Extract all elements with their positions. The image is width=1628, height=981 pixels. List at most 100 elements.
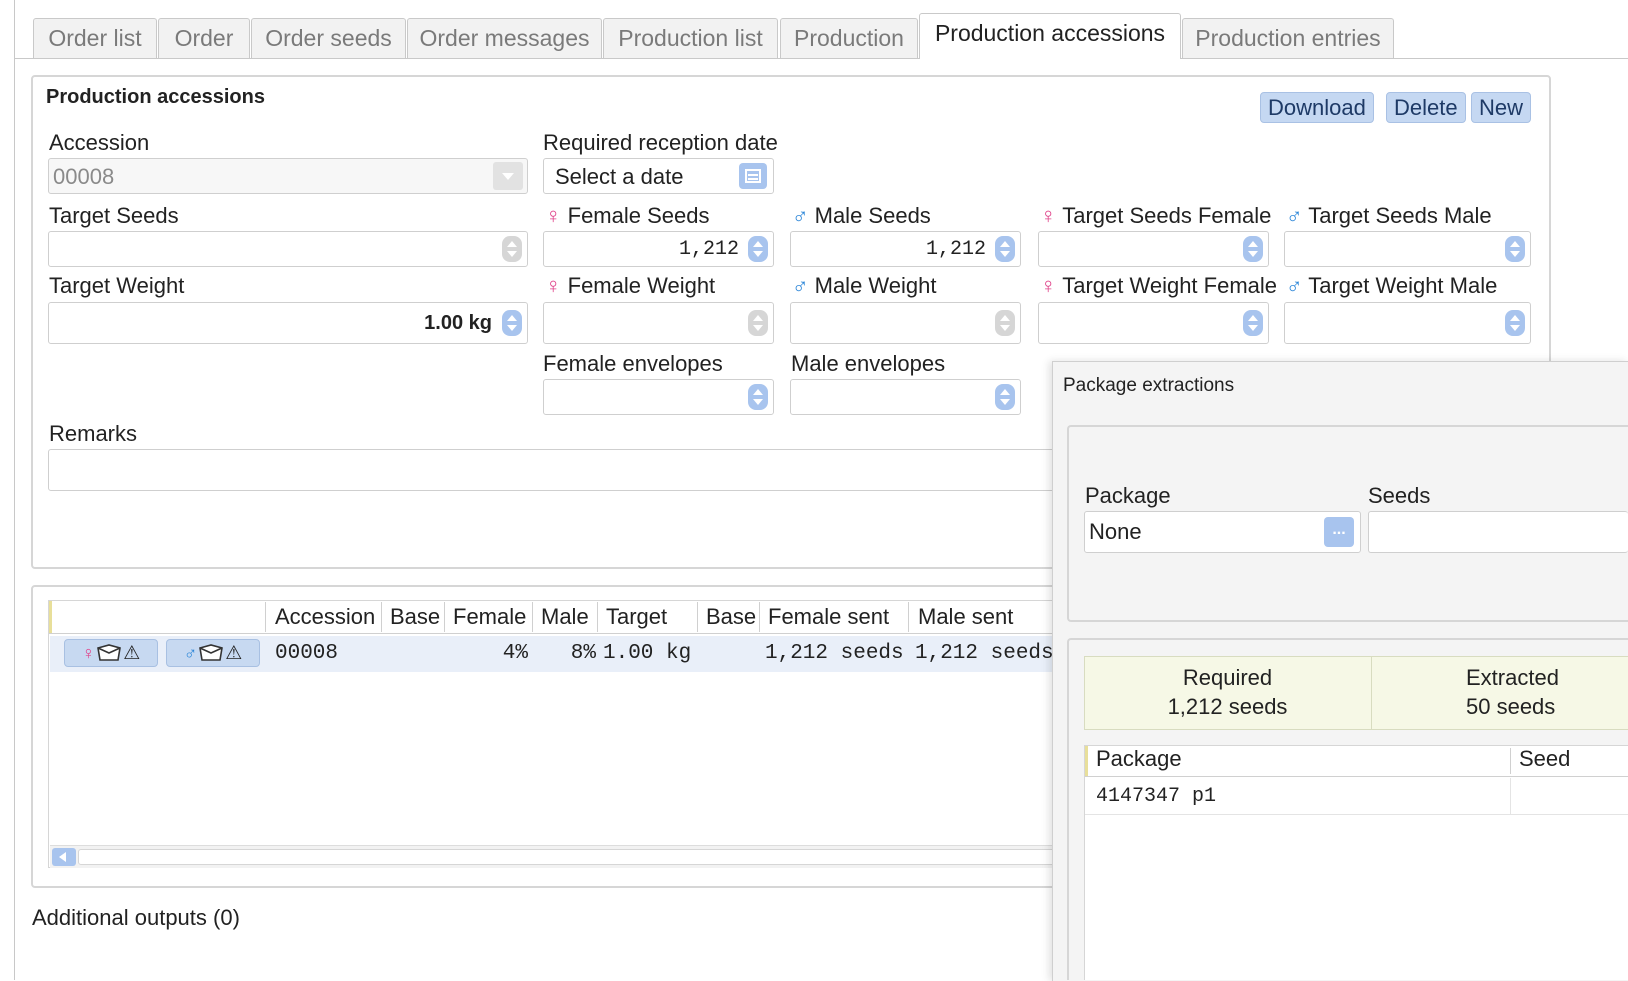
scroll-thumb[interactable] (78, 849, 1078, 865)
male-icon: ♂ (792, 273, 809, 298)
column-separator (444, 602, 445, 632)
required-value: 1,212 seeds (1167, 694, 1288, 719)
column-header-package[interactable]: Package (1096, 746, 1182, 772)
tab-production-list[interactable]: Production list (603, 18, 778, 58)
cell-female: 4% (502, 642, 528, 665)
female-envelopes-label: Female envelopes (543, 351, 723, 376)
seeds-input[interactable] (1368, 511, 1628, 553)
spinner-icon[interactable] (995, 384, 1015, 410)
tab-production-accessions[interactable]: Production accessions (919, 13, 1181, 59)
male-seeds-input[interactable]: 1,212 (790, 231, 1021, 267)
female-icon: ♀ (545, 203, 562, 228)
warning-icon: ⚠ (123, 642, 141, 664)
calendar-icon[interactable] (739, 163, 767, 189)
column-header-base-2[interactable]: Base (706, 600, 756, 634)
package-select[interactable]: None ... (1084, 511, 1361, 553)
spinner-icon[interactable] (502, 236, 522, 262)
tab-order-list[interactable]: Order list (33, 18, 157, 58)
header-marker (49, 601, 52, 633)
male-envelopes-label: Male envelopes (791, 351, 946, 376)
column-header-accession[interactable]: Accession (275, 600, 375, 634)
cell-female-sent: 1,212 seeds (765, 642, 904, 665)
scroll-left-icon[interactable] (52, 848, 76, 866)
tab-order-messages[interactable]: Order messages (407, 18, 602, 58)
male-icon: ♂ (1286, 273, 1303, 298)
female-seeds-input[interactable]: 1,212 (543, 231, 774, 267)
spinner-icon[interactable] (1505, 310, 1525, 336)
male-envelopes-input[interactable] (790, 379, 1021, 415)
female-seeds-label: ♀ Female Seeds (545, 203, 710, 228)
package-label: Package (1085, 483, 1171, 508)
target-weight-male-input[interactable] (1284, 302, 1531, 344)
male-seeds-value: 1,212 (925, 238, 986, 261)
spinner-icon[interactable] (995, 310, 1015, 336)
reception-date-picker[interactable]: Select a date (543, 158, 774, 194)
column-header-male[interactable]: Male (541, 600, 589, 634)
column-header-male-sent[interactable]: Male sent (918, 600, 1013, 634)
column-header-seed[interactable]: Seed (1519, 746, 1570, 772)
target-seeds-label: Target Seeds (49, 203, 179, 228)
additional-outputs-label[interactable]: Additional outputs (0) (32, 905, 240, 931)
spinner-icon[interactable] (748, 310, 768, 336)
summary-divider (1371, 657, 1372, 729)
female-weight-input[interactable] (543, 302, 774, 344)
window-left-border (14, 0, 15, 980)
column-separator (1510, 778, 1511, 814)
male-status-badge[interactable]: ♂ ⚠ (166, 639, 260, 667)
spinner-icon[interactable] (748, 384, 768, 410)
target-seeds-male-input[interactable] (1284, 231, 1531, 267)
spinner-icon[interactable] (1243, 310, 1263, 336)
target-seeds-input[interactable] (48, 231, 528, 267)
tab-order-seeds[interactable]: Order seeds (251, 18, 406, 58)
download-button[interactable]: Download (1260, 92, 1374, 123)
column-separator (381, 602, 382, 632)
target-seeds-female-input[interactable] (1038, 231, 1269, 267)
column-separator (597, 602, 598, 632)
male-icon: ♂ (792, 203, 809, 228)
extracted-label: Extracted (1466, 665, 1559, 690)
warning-icon: ⚠ (225, 642, 243, 664)
column-header-target[interactable]: Target (606, 600, 667, 634)
package-value: None (1089, 519, 1142, 544)
spinner-icon[interactable] (748, 236, 768, 262)
remarks-label: Remarks (49, 421, 138, 446)
envelope-icon (199, 644, 224, 661)
spinner-icon[interactable] (502, 310, 522, 336)
header-divider (1085, 776, 1628, 777)
delete-button[interactable]: Delete (1386, 92, 1466, 123)
female-status-badge[interactable]: ♀ ⚠ (64, 639, 158, 667)
target-weight-male-label: ♂ Target Weight Male (1286, 273, 1498, 298)
cell-accession: 00008 (275, 642, 339, 665)
tab-order[interactable]: Order (158, 18, 250, 58)
target-weight-input[interactable]: 1.00 kg (48, 302, 528, 344)
column-header-base[interactable]: Base (390, 600, 440, 634)
new-button[interactable]: New (1471, 92, 1532, 123)
spinner-icon[interactable] (1243, 236, 1263, 262)
tab-production-entries[interactable]: Production entries (1182, 18, 1394, 58)
target-weight-female-input[interactable] (1038, 302, 1269, 344)
chevron-down-icon[interactable] (493, 162, 523, 190)
form-title: Production accessions (46, 86, 265, 108)
male-seeds-label: ♂ Male Seeds (792, 203, 931, 228)
tab-production[interactable]: Production (780, 18, 918, 58)
spinner-icon[interactable] (995, 236, 1015, 262)
column-separator (1510, 748, 1511, 774)
accession-label: Accession (49, 130, 150, 155)
target-weight-value: 1.00 kg (424, 312, 492, 334)
envelope-icon (97, 644, 122, 661)
male-weight-input[interactable] (790, 302, 1021, 344)
column-header-female[interactable]: Female (453, 600, 526, 634)
female-icon: ♀ (1040, 273, 1057, 298)
tab-underline (14, 58, 1628, 59)
female-seeds-value: 1,212 (678, 238, 739, 261)
female-envelopes-input[interactable] (543, 379, 774, 415)
column-header-female-sent[interactable]: Female sent (768, 600, 889, 634)
dialog-title: Package extractions (1063, 375, 1235, 396)
ellipsis-icon[interactable]: ... (1324, 517, 1354, 547)
reception-date-placeholder: Select a date (555, 164, 684, 189)
horizontal-scrollbar[interactable] (50, 845, 1080, 868)
column-separator (908, 602, 909, 632)
accession-combo[interactable]: 00008 (48, 158, 528, 194)
spinner-icon[interactable] (1505, 236, 1525, 262)
female-weight-label: ♀ Female Weight (545, 273, 716, 298)
